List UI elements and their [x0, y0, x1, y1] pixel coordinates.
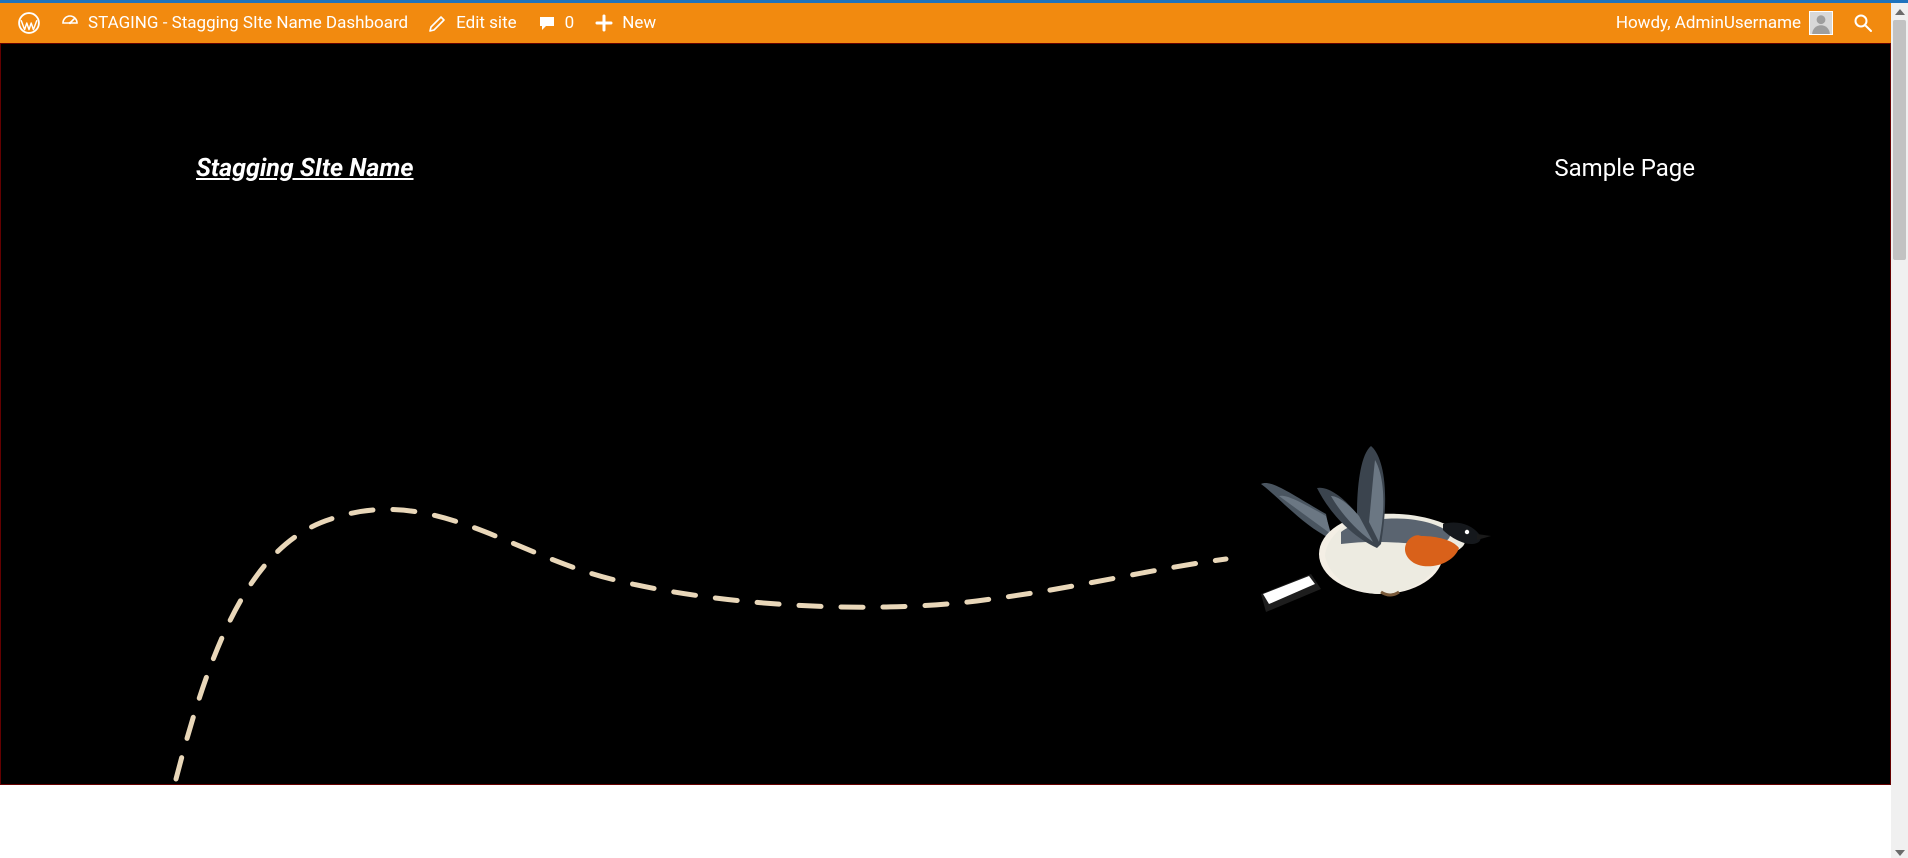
scroll-thumb[interactable]: [1893, 20, 1906, 260]
dashboard-icon: [60, 13, 80, 33]
site-title-link[interactable]: Stagging SIte Name: [196, 154, 414, 183]
nav-sample-page[interactable]: Sample Page: [1554, 154, 1695, 182]
site-name-link[interactable]: STAGING - Stagging SIte Name Dashboard: [50, 3, 418, 43]
search-icon: [1853, 13, 1873, 33]
comments-link[interactable]: 0: [527, 3, 585, 43]
scroll-down-button[interactable]: [1891, 844, 1908, 858]
search-toggle[interactable]: [1843, 3, 1883, 43]
avatar: [1809, 11, 1833, 35]
site-name-label: STAGING - Stagging SIte Name Dashboard: [88, 13, 408, 33]
plus-icon: [594, 13, 614, 33]
howdy-label: Howdy, AdminUsername: [1616, 13, 1801, 33]
comment-icon: [537, 13, 557, 33]
wordpress-icon: [18, 12, 40, 34]
flight-path-decoration: [171, 424, 1231, 784]
edit-icon: [428, 13, 448, 33]
bird-illustration: [1231, 444, 1491, 644]
vertical-scrollbar[interactable]: [1891, 3, 1908, 858]
hero-section: Stagging SIte Name Sample Page: [0, 43, 1891, 785]
comments-count: 0: [565, 13, 575, 33]
edit-site-link[interactable]: Edit site: [418, 3, 527, 43]
wp-admin-bar: STAGING - Stagging SIte Name Dashboard E…: [0, 3, 1891, 43]
new-content-link[interactable]: New: [584, 3, 666, 43]
wp-logo[interactable]: [8, 3, 50, 43]
new-label: New: [622, 13, 656, 33]
viewport: STAGING - Stagging SIte Name Dashboard E…: [0, 0, 1908, 858]
scroll-up-button[interactable]: [1891, 3, 1908, 20]
my-account-link[interactable]: Howdy, AdminUsername: [1606, 3, 1843, 43]
edit-site-label: Edit site: [456, 13, 517, 33]
